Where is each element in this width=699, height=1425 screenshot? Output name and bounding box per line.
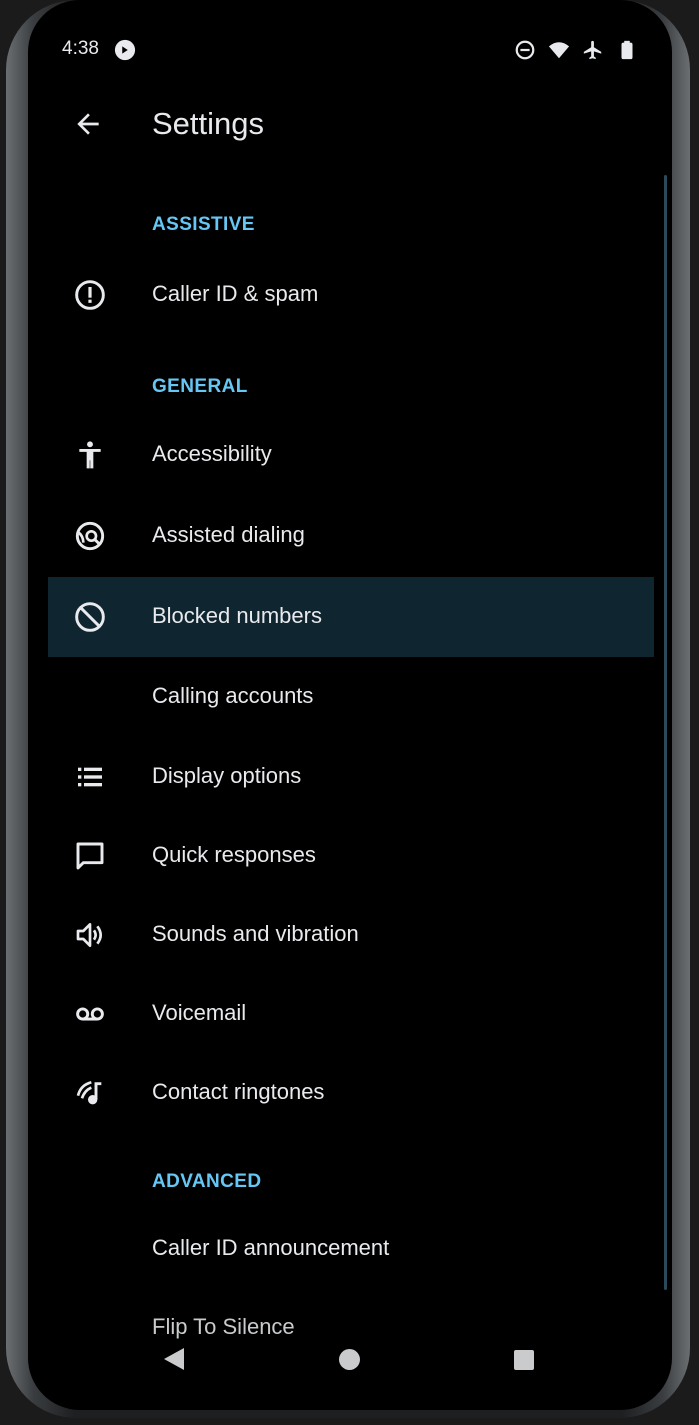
navigation-bar (28, 1334, 672, 1384)
block-icon (74, 601, 106, 633)
page-title: Settings (152, 106, 265, 141)
settings-item-label: Quick responses (152, 842, 316, 867)
app-bar: Settings (28, 100, 672, 154)
settings-item-contact-ringtones[interactable]: Contact ringtones (48, 1053, 654, 1133)
settings-item-quick-responses[interactable]: Quick responses (48, 816, 654, 896)
settings-item-accessibility[interactable]: Accessibility (48, 415, 654, 495)
message-icon (74, 840, 106, 872)
settings-item-label: Calling accounts (152, 683, 314, 708)
settings-item-label: Display options (152, 763, 302, 788)
app-notification-icon (114, 39, 136, 61)
settings-item-label: Sounds and vibration (152, 921, 359, 946)
settings-item-label: Caller ID & spam (152, 281, 319, 306)
settings-item-display-options[interactable]: Display options (48, 737, 654, 817)
nav-recents-icon[interactable] (514, 1350, 534, 1370)
info-circle-icon (74, 279, 106, 311)
settings-item-label: Caller ID announcement (152, 1235, 390, 1260)
status-icons (514, 39, 638, 61)
settings-item-caller-id-spam[interactable]: Caller ID & spam (48, 255, 654, 335)
screen: 4:38 Settings ASSISTIVE Caller ID & spam… (28, 0, 672, 1410)
section-header-advanced: ADVANCED (152, 1171, 262, 1192)
phone-frame: 4:38 Settings ASSISTIVE Caller ID & spam… (6, 0, 690, 1418)
settings-item-caller-id-announcement[interactable]: Caller ID announcement (48, 1209, 654, 1289)
settings-item-label: Blocked numbers (152, 603, 322, 628)
wifi-icon (548, 39, 570, 61)
settings-item-assisted-dialing[interactable]: Assisted dialing (48, 496, 654, 576)
settings-item-sounds-vibration[interactable]: Sounds and vibration (48, 895, 654, 975)
accessibility-icon (74, 439, 106, 471)
status-time: 4:38 (62, 38, 99, 59)
settings-item-label: Assisted dialing (152, 522, 305, 547)
settings-item-blocked-numbers[interactable]: Blocked numbers (48, 577, 654, 657)
settings-item-calling-accounts[interactable]: Calling accounts (48, 657, 654, 737)
voicemail-icon (74, 998, 106, 1030)
do-not-disturb-icon (514, 39, 536, 61)
nav-home-icon[interactable] (339, 1349, 360, 1370)
settings-item-label: Accessibility (152, 441, 272, 466)
ringtone-icon (74, 1077, 106, 1109)
settings-item-voicemail[interactable]: Voicemail (48, 974, 654, 1054)
settings-item-label: Contact ringtones (152, 1079, 325, 1104)
nav-back-icon[interactable] (162, 1346, 186, 1372)
section-header-assistive: ASSISTIVE (152, 214, 255, 235)
section-header-general: GENERAL (152, 376, 248, 397)
settings-item-label: Voicemail (152, 1000, 247, 1025)
volume-icon (74, 919, 106, 951)
status-bar: 4:38 (28, 36, 672, 66)
list-icon (74, 761, 106, 793)
scrollbar[interactable] (664, 175, 667, 1290)
battery-icon (616, 39, 638, 61)
assisted-dialing-icon (74, 520, 106, 552)
airplane-icon (582, 39, 604, 61)
arrow-back-icon[interactable] (72, 108, 104, 140)
